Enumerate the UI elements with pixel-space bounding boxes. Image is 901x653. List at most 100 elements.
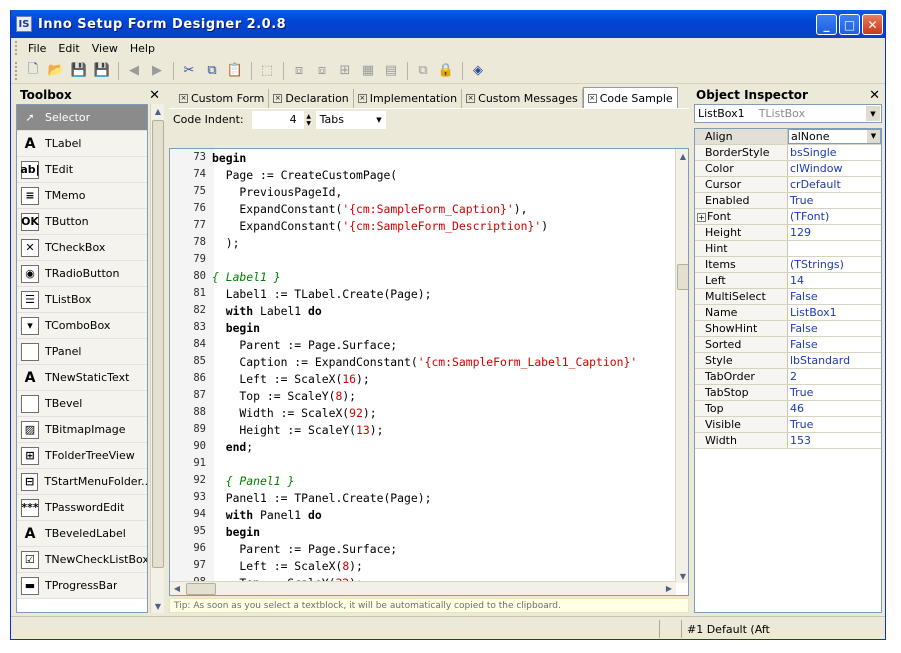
property-value[interactable]: 2: [788, 369, 881, 384]
code-hscroll[interactable]: ◀ ▶: [170, 581, 676, 595]
toolbar-grip[interactable]: [15, 61, 18, 80]
toolbox-item-tradiobutton[interactable]: ◉ TRadioButton: [17, 261, 147, 287]
save-all-icon[interactable]: 💾: [91, 60, 113, 82]
menu-edit[interactable]: Edit: [52, 42, 85, 55]
select-all-icon[interactable]: ⬚: [256, 60, 278, 82]
toolbox-item-tlistbox[interactable]: ☰ TListBox: [17, 287, 147, 313]
redo-icon[interactable]: ▶: [146, 60, 168, 82]
toolbox-item-tcombobox[interactable]: ▾ TComboBox: [17, 313, 147, 339]
property-row-align[interactable]: Align alNone ▼: [695, 129, 881, 145]
menu-view[interactable]: View: [86, 42, 124, 55]
undo-icon[interactable]: ◀: [123, 60, 145, 82]
tab-close-icon[interactable]: ×: [357, 94, 367, 103]
property-row-tabstop[interactable]: TabStop True: [695, 385, 881, 401]
property-row-showhint[interactable]: ShowHint False: [695, 321, 881, 337]
property-value[interactable]: clWindow: [788, 161, 881, 176]
property-value[interactable]: False: [788, 321, 881, 336]
property-value[interactable]: True: [788, 385, 881, 400]
scroll-thumb[interactable]: [677, 264, 688, 290]
align-left-icon[interactable]: ⧈: [288, 60, 310, 82]
property-row-taborder[interactable]: TabOrder 2: [695, 369, 881, 385]
tab-close-icon[interactable]: ×: [587, 93, 597, 103]
property-row-items[interactable]: Items (TStrings): [695, 257, 881, 273]
toolbox-item-tbeveledlabel[interactable]: A TBeveledLabel: [17, 521, 147, 547]
toolbox-item-tcheckbox[interactable]: ✕ TCheckBox: [17, 235, 147, 261]
property-row-font[interactable]: + Font (TFont): [695, 209, 881, 225]
tab-close-icon[interactable]: ×: [273, 94, 283, 103]
toolbox-item-tlabel[interactable]: A TLabel: [17, 131, 147, 157]
toolbox-item-tnewchecklistbox[interactable]: ☑ TNewCheckListBox: [17, 547, 147, 573]
indent-spinner[interactable]: ▲ ▼: [304, 111, 314, 129]
scroll-right-icon[interactable]: ▶: [662, 582, 676, 596]
tab-declaration[interactable]: × Declaration: [269, 89, 354, 108]
property-row-height[interactable]: Height 129: [695, 225, 881, 241]
property-row-color[interactable]: Color clWindow: [695, 161, 881, 177]
scroll-left-icon[interactable]: ◀: [170, 582, 184, 596]
indent-value-field[interactable]: 4: [251, 110, 304, 129]
toolbox-item-tedit[interactable]: ab| TEdit: [17, 157, 147, 183]
paste-icon[interactable]: 📋: [224, 60, 246, 82]
tab-close-icon[interactable]: ×: [179, 94, 188, 103]
chevron-down-icon[interactable]: ▼: [867, 130, 880, 143]
code-editor[interactable]: 73 begin 74 Page := CreateCustomPage(75 Pr…: [169, 148, 689, 596]
scroll-down-icon[interactable]: ▼: [676, 569, 688, 583]
property-value[interactable]: False: [788, 337, 881, 352]
maximize-button[interactable]: □: [839, 14, 860, 35]
inspector-close-icon[interactable]: ✕: [869, 88, 880, 103]
menubar-grip[interactable]: [15, 41, 18, 55]
scroll-up-icon[interactable]: ▲: [151, 104, 165, 118]
scroll-down-icon[interactable]: ▼: [151, 599, 165, 613]
expand-plus-icon[interactable]: +: [697, 213, 706, 222]
toolbox-item-tnewstatictext[interactable]: A TNewStaticText: [17, 365, 147, 391]
toolbox-item-tbutton[interactable]: OK TButton: [17, 209, 147, 235]
property-row-cursor[interactable]: Cursor crDefault: [695, 177, 881, 193]
scroll-thumb[interactable]: [152, 120, 164, 568]
grid-icon[interactable]: ⊞: [334, 60, 356, 82]
property-value[interactable]: lbStandard: [788, 353, 881, 368]
object-selector[interactable]: ListBox1 TListBox ▼: [694, 104, 882, 123]
property-value[interactable]: False: [788, 289, 881, 304]
minimize-button[interactable]: _: [816, 14, 837, 35]
tab-close-icon[interactable]: ×: [466, 94, 476, 103]
lock-icon[interactable]: 🔒: [435, 60, 457, 82]
property-value[interactable]: True: [788, 193, 881, 208]
cut-icon[interactable]: ✂: [178, 60, 200, 82]
tab-code-sample[interactable]: × Code Sample: [582, 87, 678, 108]
property-value[interactable]: (TStrings): [788, 257, 881, 272]
property-value[interactable]: 46: [788, 401, 881, 416]
property-row-hint[interactable]: Hint: [695, 241, 881, 257]
property-value[interactable]: 129: [788, 225, 881, 240]
toolbox-close-icon[interactable]: ✕: [149, 88, 160, 103]
property-value[interactable]: bsSingle: [788, 145, 881, 160]
tab-custom-form[interactable]: × Custom Form: [175, 89, 270, 108]
property-row-top[interactable]: Top 46: [695, 401, 881, 417]
toolbox-item-tbevel[interactable]: TBevel: [17, 391, 147, 417]
copy-icon[interactable]: ⧉: [201, 60, 223, 82]
toolbox-item-tprogressbar[interactable]: ▬ TProgressBar: [17, 573, 147, 599]
property-row-visible[interactable]: Visible True: [695, 417, 881, 433]
scroll-up-icon[interactable]: ▲: [676, 149, 688, 163]
property-row-style[interactable]: Style lbStandard: [695, 353, 881, 369]
property-row-multiselect[interactable]: MultiSelect False: [695, 289, 881, 305]
property-value[interactable]: True: [788, 417, 881, 432]
run-icon[interactable]: ◈: [467, 60, 489, 82]
toolbox-item-tpasswordedit[interactable]: *** TPasswordEdit: [17, 495, 147, 521]
spacing-icon[interactable]: ▤: [380, 60, 402, 82]
property-row-width[interactable]: Width 153: [695, 433, 881, 449]
code-vscroll[interactable]: ▲ ▼: [675, 149, 688, 583]
size-icon[interactable]: ▦: [357, 60, 379, 82]
property-row-enabled[interactable]: Enabled True: [695, 193, 881, 209]
property-row-sorted[interactable]: Sorted False: [695, 337, 881, 353]
property-value[interactable]: (TFont): [788, 209, 881, 224]
property-value[interactable]: [788, 241, 881, 256]
property-row-left[interactable]: Left 14: [695, 273, 881, 289]
save-icon[interactable]: 💾: [68, 60, 90, 82]
property-value[interactable]: alNone ▼: [788, 129, 881, 144]
menu-file[interactable]: File: [22, 42, 52, 55]
tab-custom-messages[interactable]: × Custom Messages: [462, 89, 583, 108]
property-row-borderstyle[interactable]: BorderStyle bsSingle: [695, 145, 881, 161]
toolbox-item-tmemo[interactable]: ≡ TMemo: [17, 183, 147, 209]
toolbox-item-tbitmapimage[interactable]: ▨ TBitmapImage: [17, 417, 147, 443]
property-value[interactable]: 153: [788, 433, 881, 448]
menu-help[interactable]: Help: [124, 42, 161, 55]
